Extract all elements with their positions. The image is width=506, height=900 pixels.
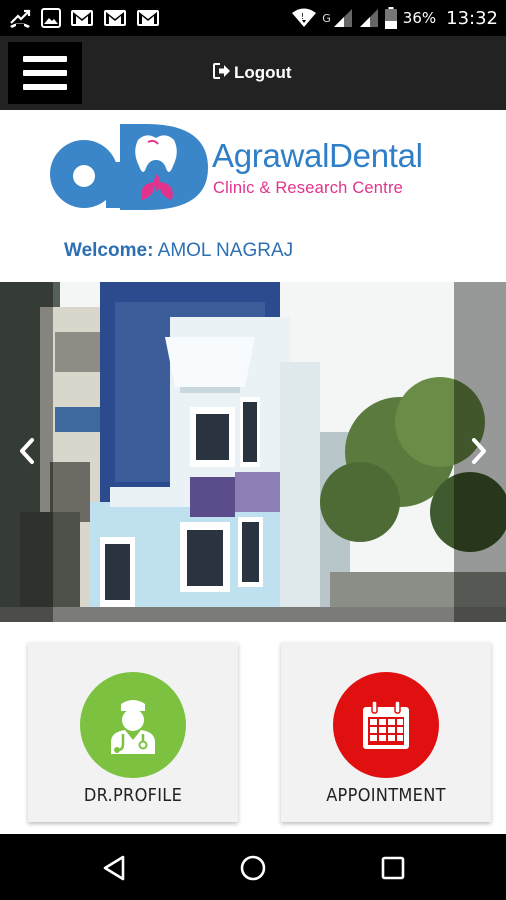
back-icon xyxy=(103,855,125,881)
recent-apps-icon xyxy=(381,856,405,880)
dr-profile-label: DR.PROFILE xyxy=(83,785,183,806)
network-type: G xyxy=(322,11,331,25)
logo-mark-icon xyxy=(50,124,208,210)
appointment-icon-circle xyxy=(333,672,439,778)
missed-call-icon xyxy=(8,7,32,29)
appointment-label: APPOINTMENT xyxy=(326,785,446,806)
chevron-left-icon xyxy=(20,438,34,464)
svg-text:!: ! xyxy=(301,12,304,21)
image-icon xyxy=(41,8,61,28)
logout-label: Logout xyxy=(234,63,292,82)
hamburger-menu-button[interactable] xyxy=(8,42,82,104)
gmail-icon xyxy=(70,9,94,27)
doctor-icon xyxy=(111,700,155,754)
brand-name: AgrawalDental xyxy=(212,137,423,174)
brand-subtitle: Clinic & Research Centre xyxy=(213,179,404,197)
home-icon xyxy=(240,855,266,881)
app-header: Logout xyxy=(0,36,506,110)
carousel-prev-button[interactable] xyxy=(12,434,42,468)
carousel-next-button[interactable] xyxy=(464,434,494,468)
clinic-logo: AgrawalDental Clinic & Research Centre xyxy=(0,110,506,232)
gmail-icon xyxy=(103,9,127,27)
chevron-right-icon xyxy=(472,438,486,464)
clinic-building-photo xyxy=(0,282,506,622)
welcome-message: Welcome: AMOL NAGRAJ xyxy=(64,240,293,262)
home-button[interactable] xyxy=(236,851,270,885)
gmail-icon xyxy=(136,9,160,27)
dr-profile-tile[interactable]: DR.PROFILE xyxy=(28,642,238,822)
status-bar: ! G 36% 13:32 xyxy=(0,0,506,36)
clock: 13:32 xyxy=(446,7,498,29)
back-button[interactable] xyxy=(97,851,131,885)
system-status: ! G 36% 13:32 xyxy=(292,7,498,29)
appointment-tile[interactable]: APPOINTMENT xyxy=(281,642,491,822)
battery-icon xyxy=(384,7,397,29)
logout-button[interactable]: Logout xyxy=(213,60,292,86)
signal-icon xyxy=(333,8,353,28)
menu-tiles: DR.PROFILE APPOINTMENT xyxy=(0,622,506,834)
android-nav-bar xyxy=(0,834,506,900)
wifi-icon: ! xyxy=(292,8,317,28)
logout-icon xyxy=(213,62,231,84)
notification-icons xyxy=(8,7,160,29)
signal-icon xyxy=(359,8,379,28)
calendar-icon xyxy=(363,700,409,749)
recent-apps-button[interactable] xyxy=(376,851,410,885)
battery-percent: 36% xyxy=(402,9,437,27)
hamburger-menu-icon xyxy=(23,56,67,62)
welcome-label: Welcome: xyxy=(64,240,154,261)
dr-profile-icon-circle xyxy=(80,672,186,778)
user-name: AMOL NAGRAJ xyxy=(157,240,294,261)
clinic-image-carousel[interactable] xyxy=(0,282,506,622)
